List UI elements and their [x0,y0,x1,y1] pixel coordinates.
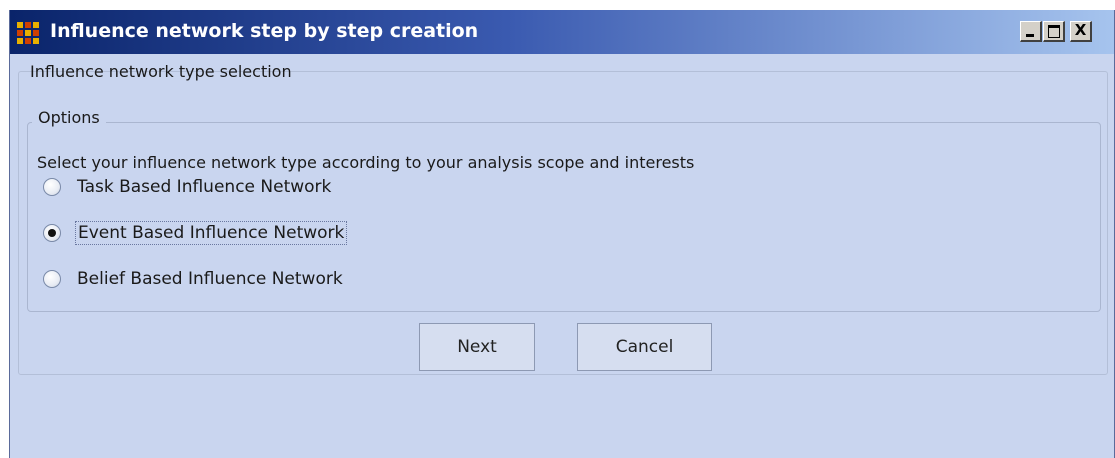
options-legend: Options [32,108,106,127]
app-icon-dot [25,30,31,36]
title-bar[interactable]: Influence network step by step creation … [10,10,1114,54]
section-label: Influence network type selection [30,62,292,81]
radio-label[interactable]: Event Based Influence Network [75,221,348,245]
dialog-window: Influence network step by step creation … [9,10,1115,458]
app-icon-dot [25,22,31,28]
instruction-text: Select your influence network type accor… [37,153,695,172]
minimize-button[interactable] [1020,21,1042,42]
app-icon-dot [17,38,23,44]
radio-button[interactable] [43,178,61,196]
app-icon-dot [33,22,39,28]
radio-label[interactable]: Belief Based Influence Network [75,268,345,290]
maximize-icon [1048,25,1060,38]
radio-option-event[interactable]: Event Based Influence Network [43,218,348,248]
app-icon[interactable] [17,22,39,44]
close-icon: X [1074,21,1087,39]
app-icon-dot [17,22,23,28]
window-title: Influence network step by step creation [50,20,479,42]
maximize-button[interactable] [1043,21,1065,42]
close-button[interactable]: X [1070,21,1092,42]
radio-button[interactable] [43,270,61,288]
app-icon-dot [25,38,31,44]
radio-option-belief[interactable]: Belief Based Influence Network [43,264,345,294]
radio-option-task[interactable]: Task Based Influence Network [43,172,333,202]
app-icon-dot [17,30,23,36]
radio-label[interactable]: Task Based Influence Network [75,176,333,198]
app-icon-dot [33,30,39,36]
cancel-button[interactable]: Cancel [577,323,712,371]
next-button[interactable]: Next [419,323,535,371]
radio-button[interactable] [43,224,61,242]
app-icon-dot [33,38,39,44]
minimize-icon [1026,34,1034,37]
